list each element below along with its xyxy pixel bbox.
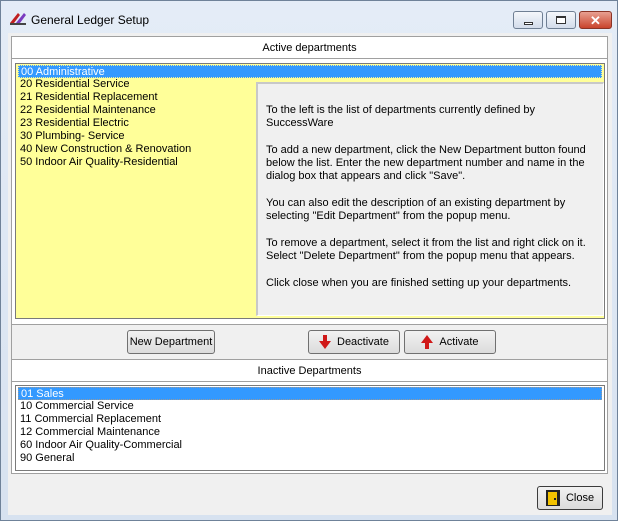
close-icon: ✕ <box>590 12 601 28</box>
list-item[interactable]: 90 General <box>18 452 74 465</box>
minimize-icon <box>523 21 533 25</box>
inactive-departments-list[interactable]: 01 Sales 10 Commercial Service 11 Commer… <box>15 385 605 471</box>
list-item[interactable]: 12 Commercial Maintenance <box>18 426 160 439</box>
help-text: Click close when you are finished settin… <box>266 277 572 289</box>
maximize-icon <box>556 16 566 24</box>
activate-button[interactable]: Activate <box>404 330 496 354</box>
list-item[interactable]: 22 Residential Maintenance <box>18 104 156 117</box>
help-text: To add a new department, click the New D… <box>266 144 586 182</box>
list-item[interactable]: 10 Commercial Service <box>18 400 134 413</box>
app-icon <box>10 13 26 25</box>
list-item[interactable]: 50 Indoor Air Quality-Residential <box>18 156 178 169</box>
active-departments-list[interactable]: 00 Administrative 20 Residential Service… <box>15 63 605 319</box>
arrow-down-icon <box>319 335 331 349</box>
arrow-up-icon <box>421 335 434 349</box>
list-item[interactable]: 21 Residential Replacement <box>18 91 158 104</box>
exit-door-icon <box>545 490 560 506</box>
title-bar[interactable]: General Ledger Setup ✕ <box>1 1 617 33</box>
action-button-row: New Department Deactivate Activate <box>12 324 607 360</box>
list-item[interactable]: 40 New Construction & Renovation <box>18 143 191 156</box>
departments-panel: Active departments 00 Administrative 20 … <box>11 36 608 474</box>
new-department-button[interactable]: New Department <box>127 330 215 354</box>
inactive-departments-header: Inactive Departments <box>12 360 607 382</box>
close-label: Close <box>565 492 595 504</box>
close-button[interactable]: Close <box>537 486 603 510</box>
help-text: To remove a department, select it from t… <box>266 237 586 262</box>
deactivate-label: Deactivate <box>337 336 389 348</box>
active-departments-header: Active departments <box>12 37 607 59</box>
window-title: General Ledger Setup <box>31 13 150 27</box>
list-item[interactable]: 30 Plumbing- Service <box>18 130 125 143</box>
deactivate-button[interactable]: Deactivate <box>308 330 400 354</box>
help-text: To the left is the list of departments c… <box>266 104 536 129</box>
client-area: Active departments 00 Administrative 20 … <box>8 33 612 515</box>
maximize-button[interactable] <box>546 11 576 29</box>
new-department-label: New Department <box>129 336 213 348</box>
minimize-button[interactable] <box>513 11 543 29</box>
help-info-box: To the left is the list of departments c… <box>256 82 604 316</box>
footer-bar: Close <box>8 478 612 515</box>
help-text: You can also edit the description of an … <box>266 197 566 222</box>
activate-label: Activate <box>439 336 479 348</box>
general-ledger-setup-window: General Ledger Setup ✕ Active department… <box>0 0 618 521</box>
list-item[interactable]: 23 Residential Electric <box>18 117 129 130</box>
list-item[interactable]: 00 Administrative <box>18 65 602 78</box>
list-item[interactable]: 20 Residential Service <box>18 78 129 91</box>
window-close-button[interactable]: ✕ <box>579 11 612 29</box>
list-item[interactable]: 11 Commercial Replacement <box>18 413 161 426</box>
list-item[interactable]: 01 Sales <box>18 387 602 400</box>
list-item[interactable]: 60 Indoor Air Quality-Commercial <box>18 439 182 452</box>
